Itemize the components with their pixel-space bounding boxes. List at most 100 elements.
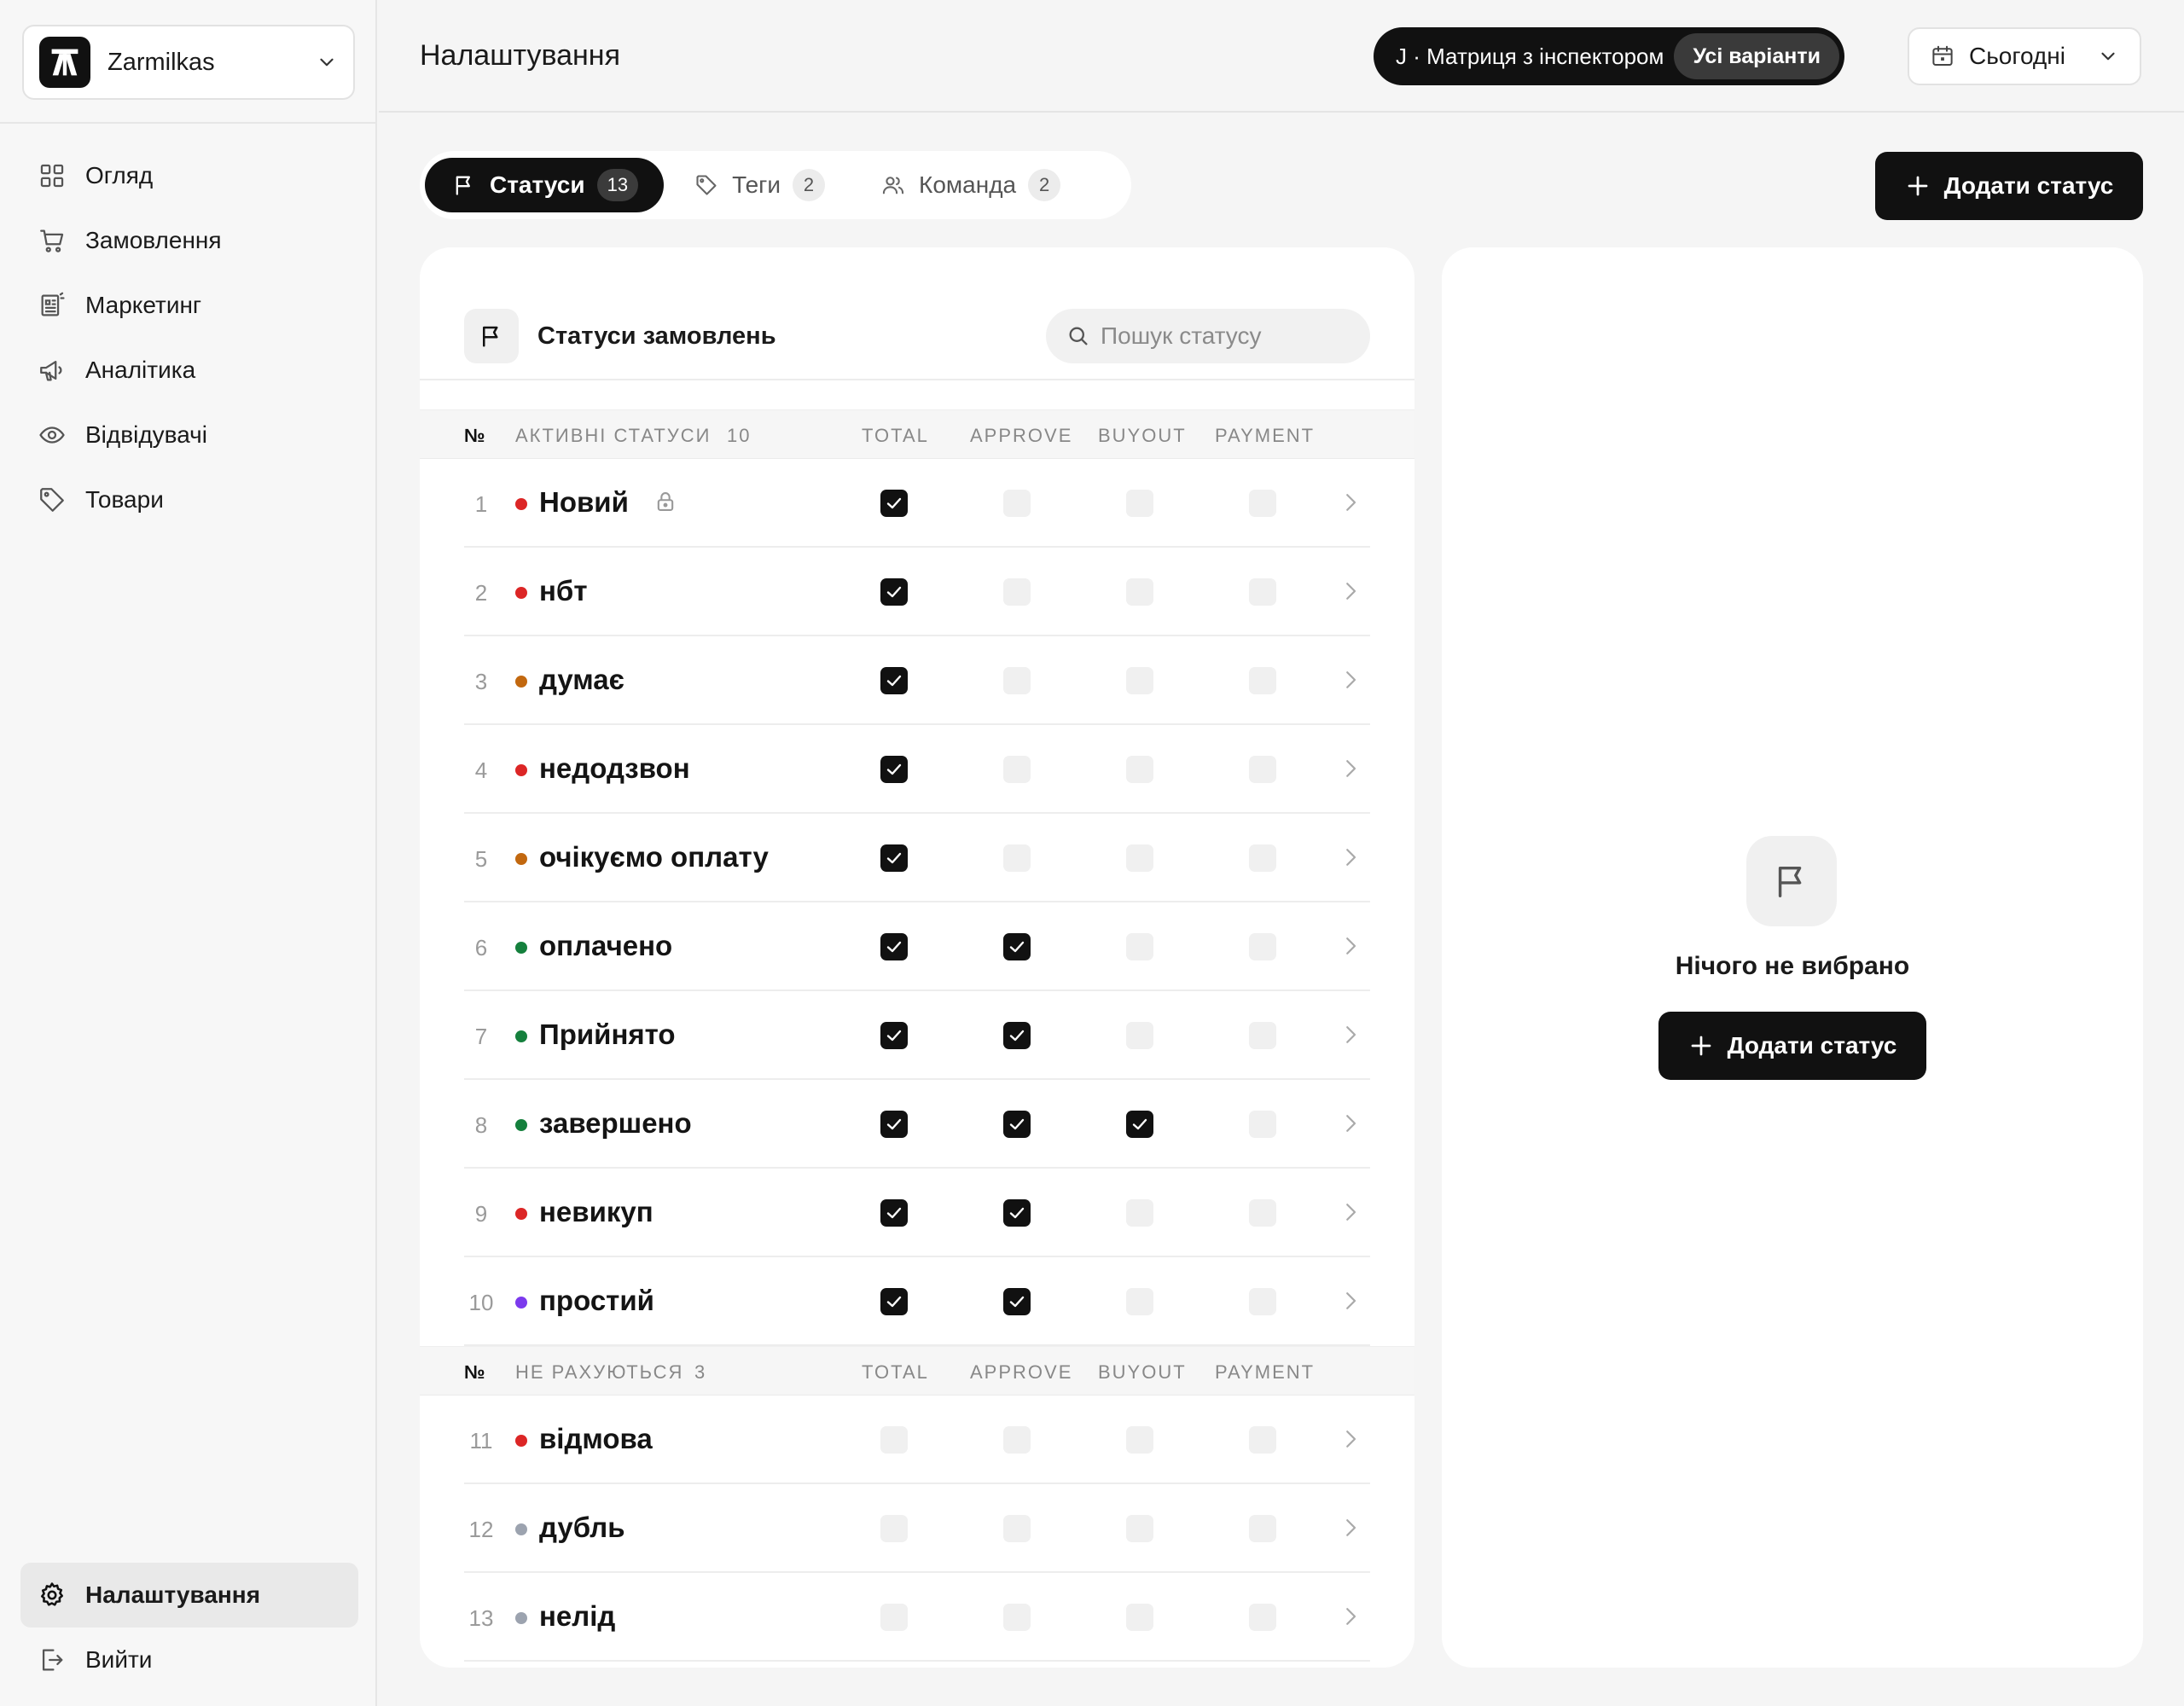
- sidebar-item-settings[interactable]: Налаштування: [20, 1563, 358, 1628]
- date-picker-button[interactable]: Сьогодні: [1908, 27, 2141, 85]
- status-row[interactable]: 3 думає: [464, 636, 1370, 725]
- checkbox-total[interactable]: [880, 756, 908, 783]
- sidebar-item-orders[interactable]: Замовлення: [20, 208, 358, 273]
- checkbox-buyout[interactable]: [1126, 1515, 1153, 1542]
- checkbox-payment[interactable]: [1249, 1199, 1276, 1227]
- checkbox-approve[interactable]: [1003, 578, 1031, 606]
- checkbox-payment[interactable]: [1249, 490, 1276, 517]
- status-row[interactable]: 1 Новий: [464, 459, 1370, 548]
- checkbox-buyout[interactable]: [1126, 1604, 1153, 1631]
- chevron-right-icon[interactable]: [1338, 1426, 1363, 1452]
- checkbox-approve[interactable]: [1003, 756, 1031, 783]
- checkbox-approve[interactable]: [1003, 1426, 1031, 1454]
- sidebar-item-products[interactable]: Товари: [20, 467, 358, 532]
- sidebar-item-marketing[interactable]: Маркетинг: [20, 273, 358, 338]
- checkbox-total[interactable]: [880, 1111, 908, 1138]
- checkbox-approve[interactable]: [1003, 1604, 1031, 1631]
- chevron-right-icon[interactable]: [1338, 844, 1363, 870]
- chevron-right-icon[interactable]: [1338, 1515, 1363, 1541]
- checkbox-payment[interactable]: [1249, 1604, 1276, 1631]
- chevron-right-icon[interactable]: [1338, 1111, 1363, 1136]
- checkbox-payment[interactable]: [1249, 578, 1276, 606]
- search-input[interactable]: [1101, 322, 1339, 350]
- checkbox-approve[interactable]: [1003, 1111, 1031, 1138]
- checkbox-payment[interactable]: [1249, 1515, 1276, 1542]
- chevron-right-icon[interactable]: [1338, 667, 1363, 693]
- checkbox-buyout[interactable]: [1126, 667, 1153, 694]
- checkbox-approve[interactable]: [1003, 490, 1031, 517]
- chevron-right-icon[interactable]: [1338, 933, 1363, 959]
- checkbox-total[interactable]: [880, 1022, 908, 1049]
- checkbox-total[interactable]: [880, 490, 908, 517]
- status-row[interactable]: 9 невикуп: [464, 1169, 1370, 1257]
- chevron-right-icon[interactable]: [1338, 1022, 1363, 1047]
- status-row[interactable]: 2 нбт: [464, 548, 1370, 636]
- checkbox-payment[interactable]: [1249, 933, 1276, 960]
- status-row[interactable]: 13 нелід: [464, 1573, 1370, 1662]
- checkbox-payment[interactable]: [1249, 1022, 1276, 1049]
- status-row[interactable]: 12 дубль: [464, 1484, 1370, 1573]
- checkbox-buyout[interactable]: [1126, 844, 1153, 872]
- status-row[interactable]: 4 недодзвон: [464, 725, 1370, 814]
- status-row[interactable]: 6 оплачено: [464, 902, 1370, 991]
- chevron-right-icon[interactable]: [1338, 1199, 1363, 1225]
- sidebar-item-overview[interactable]: Огляд: [20, 143, 358, 208]
- all-variants-button[interactable]: Усі варіанти: [1674, 33, 1839, 79]
- checkbox-buyout[interactable]: [1126, 933, 1153, 960]
- inspector-add-status-button[interactable]: Додати статус: [1658, 1012, 1926, 1080]
- checkbox-total[interactable]: [880, 1515, 908, 1542]
- tab-tags[interactable]: Теги 2: [667, 158, 851, 212]
- sidebar-item-logout[interactable]: Вийти: [20, 1628, 358, 1692]
- checkbox-total[interactable]: [880, 1604, 908, 1631]
- checkbox-payment[interactable]: [1249, 667, 1276, 694]
- chevron-right-icon[interactable]: [1338, 490, 1363, 515]
- status-row[interactable]: 11 відмова: [464, 1396, 1370, 1484]
- checkbox-payment[interactable]: [1249, 756, 1276, 783]
- tab-statuses[interactable]: Статуси 13: [425, 158, 665, 212]
- status-color-dot: [515, 942, 527, 954]
- checkbox-payment[interactable]: [1249, 1426, 1276, 1454]
- checkbox-payment[interactable]: [1249, 844, 1276, 872]
- status-search[interactable]: [1046, 309, 1370, 363]
- checkbox-total[interactable]: [880, 578, 908, 606]
- checkbox-total[interactable]: [880, 1288, 908, 1315]
- checkbox-payment[interactable]: [1249, 1111, 1276, 1138]
- workspace-switcher[interactable]: Zarmilkas: [22, 25, 355, 100]
- status-index: 1: [474, 491, 488, 517]
- add-status-button[interactable]: Додати статус: [1875, 152, 2143, 220]
- checkbox-total[interactable]: [880, 844, 908, 872]
- checkbox-buyout[interactable]: [1126, 756, 1153, 783]
- chevron-right-icon[interactable]: [1338, 1604, 1363, 1629]
- checkbox-approve[interactable]: [1003, 1515, 1031, 1542]
- checkbox-approve[interactable]: [1003, 1288, 1031, 1315]
- chevron-right-icon[interactable]: [1338, 578, 1363, 604]
- checkbox-buyout[interactable]: [1126, 1199, 1153, 1227]
- tab-label: Статуси: [490, 171, 585, 198]
- status-row[interactable]: 5 очікуємо оплату: [464, 814, 1370, 902]
- checkbox-buyout[interactable]: [1126, 1111, 1153, 1138]
- checkbox-total[interactable]: [880, 1426, 908, 1454]
- checkbox-payment[interactable]: [1249, 1288, 1276, 1315]
- checkbox-buyout[interactable]: [1126, 1426, 1153, 1454]
- chevron-right-icon[interactable]: [1338, 756, 1363, 781]
- checkbox-total[interactable]: [880, 1199, 908, 1227]
- checkbox-approve[interactable]: [1003, 1022, 1031, 1049]
- checkbox-buyout[interactable]: [1126, 578, 1153, 606]
- checkbox-buyout[interactable]: [1126, 1288, 1153, 1315]
- checkbox-buyout[interactable]: [1126, 490, 1153, 517]
- checkbox-approve[interactable]: [1003, 933, 1031, 960]
- chevron-right-icon[interactable]: [1338, 1288, 1363, 1314]
- checkbox-approve[interactable]: [1003, 1199, 1031, 1227]
- tab-team[interactable]: Команда 2: [854, 158, 1086, 212]
- checkbox-approve[interactable]: [1003, 667, 1031, 694]
- checkbox-approve[interactable]: [1003, 844, 1031, 872]
- checkbox-buyout[interactable]: [1126, 1022, 1153, 1049]
- sidebar-item-label: Товари: [85, 486, 164, 513]
- checkbox-total[interactable]: [880, 667, 908, 694]
- status-row[interactable]: 10 простий: [464, 1257, 1370, 1346]
- status-row[interactable]: 8 завершено: [464, 1080, 1370, 1169]
- sidebar-item-visitors[interactable]: Відвідувачі: [20, 403, 358, 467]
- sidebar-item-analytics[interactable]: Аналітика: [20, 338, 358, 403]
- checkbox-total[interactable]: [880, 933, 908, 960]
- status-row[interactable]: 7 Прийнято: [464, 991, 1370, 1080]
